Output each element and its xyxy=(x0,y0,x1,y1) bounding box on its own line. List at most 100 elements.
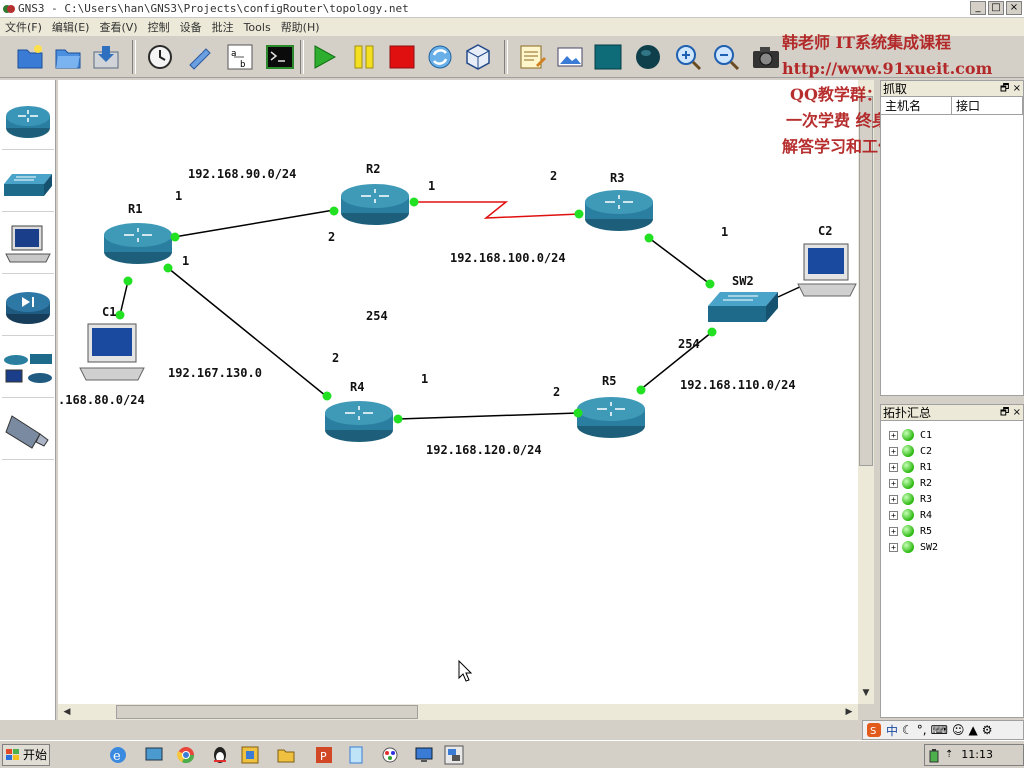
powerpoint-icon[interactable]: P xyxy=(314,745,334,765)
menu-view[interactable]: 查看(V) xyxy=(94,19,142,35)
remote-desktop-icon[interactable] xyxy=(414,745,434,765)
gns3-taskbar-icon[interactable] xyxy=(240,745,260,765)
expand-icon[interactable]: + xyxy=(889,526,898,536)
user-icon[interactable]: ☺ xyxy=(952,723,965,737)
device-group-icon[interactable] xyxy=(2,342,54,398)
canvas-vertical-scrollbar[interactable]: ▼ xyxy=(858,80,874,704)
switch-device-icon[interactable] xyxy=(2,156,54,212)
tray-expand-icon[interactable]: ⇡ xyxy=(945,745,953,765)
host-pc-device-icon[interactable] xyxy=(2,218,54,274)
menu-device[interactable]: 设备 xyxy=(175,19,207,35)
snapshot-clock-icon[interactable] xyxy=(144,41,176,73)
gns3-app-icon xyxy=(3,5,15,13)
scroll-down-arrow-icon[interactable]: ▼ xyxy=(859,686,873,700)
svg-text:P: P xyxy=(320,750,327,763)
menu-control[interactable]: 控制 xyxy=(143,19,175,35)
tree-item[interactable]: + C1 xyxy=(881,427,1023,443)
tools-icon[interactable]: ⚙ xyxy=(982,723,993,737)
security-device-icon[interactable] xyxy=(2,280,54,336)
router-r3-icon xyxy=(585,190,653,231)
ime-mode-label[interactable]: 中 xyxy=(886,722,898,739)
expand-icon[interactable]: + xyxy=(889,510,898,520)
folder-icon[interactable] xyxy=(276,745,296,765)
insert-picture-icon[interactable] xyxy=(554,41,586,73)
tree-item[interactable]: + R5 xyxy=(881,523,1023,539)
restore-icon[interactable]: 🗗 xyxy=(1000,83,1009,94)
restore-icon[interactable]: 🗗 xyxy=(1000,407,1009,418)
close-button[interactable]: × xyxy=(1006,1,1022,15)
console-icon[interactable] xyxy=(264,41,296,73)
minimize-button[interactable]: _ xyxy=(970,1,986,15)
draw-ellipse-icon[interactable] xyxy=(632,41,664,73)
menu-file[interactable]: 文件(F) xyxy=(0,19,47,35)
virtualbox-icon[interactable] xyxy=(462,41,494,73)
column-hostname[interactable]: 主机名 xyxy=(881,97,952,114)
save-project-icon[interactable] xyxy=(90,41,122,73)
network-config-icon[interactable] xyxy=(444,745,464,765)
switch-sw2-icon xyxy=(708,292,778,322)
menu-annotation[interactable]: 批注 xyxy=(207,19,239,35)
tree-item[interactable]: + R4 xyxy=(881,507,1023,523)
expand-icon[interactable]: + xyxy=(889,542,898,552)
sogou-s-icon[interactable]: S xyxy=(866,722,882,738)
column-interface[interactable]: 接口 xyxy=(952,97,1023,114)
ie-browser-icon[interactable]: e xyxy=(108,745,128,765)
capture-panel-controls[interactable]: 🗗 × xyxy=(1000,81,1021,97)
port-label-r4-left: 2 xyxy=(332,351,340,365)
paint-icon[interactable] xyxy=(380,745,400,765)
menu-tools[interactable]: Tools xyxy=(239,21,276,34)
import-export-icon[interactable] xyxy=(184,41,216,73)
expand-icon[interactable]: + xyxy=(889,478,898,488)
qq-icon[interactable] xyxy=(210,745,230,765)
chrome-icon[interactable] xyxy=(176,745,196,765)
battery-icon[interactable] xyxy=(929,749,939,763)
zoom-out-icon[interactable] xyxy=(710,41,742,73)
expand-icon[interactable]: + xyxy=(889,446,898,456)
ime-toolbar[interactable]: S 中 ☾ °, ⌨ ☺ ▲ ⚙ xyxy=(862,720,1024,740)
suspend-all-icon[interactable] xyxy=(348,41,380,73)
tree-item[interactable]: + C2 xyxy=(881,443,1023,459)
expand-icon[interactable]: + xyxy=(889,430,898,440)
tree-item[interactable]: + R2 xyxy=(881,475,1023,491)
svg-text:e: e xyxy=(113,749,121,764)
notepad-icon[interactable] xyxy=(346,745,366,765)
network-label-130: 192.167.130.0 xyxy=(168,366,262,380)
reload-all-icon[interactable] xyxy=(424,41,456,73)
cloud-nio-device-icon[interactable] xyxy=(2,404,54,460)
capture-panel-header: 抓取 🗗 × xyxy=(881,81,1023,97)
zoom-in-icon[interactable] xyxy=(672,41,704,73)
canvas-horizontal-scrollbar[interactable]: ◀ ▶ xyxy=(58,704,858,720)
menu-help[interactable]: 帮助(H) xyxy=(276,19,325,35)
expand-icon[interactable]: + xyxy=(889,462,898,472)
router-device-icon[interactable] xyxy=(2,94,54,150)
close-icon[interactable]: × xyxy=(1013,83,1021,94)
close-icon[interactable]: × xyxy=(1013,407,1021,418)
tree-item[interactable]: + SW2 xyxy=(881,539,1023,555)
restore-button[interactable]: □ xyxy=(988,1,1004,15)
desktop-icon[interactable] xyxy=(144,745,164,765)
network-label-110: 192.168.110.0/24 xyxy=(680,378,796,392)
topology-canvas[interactable]: R1 R2 R3 R4 R5 SW2 C1 C2 192.168.90.0/24… xyxy=(58,80,858,704)
expand-icon[interactable]: + xyxy=(889,494,898,504)
keyboard-icon[interactable]: ⌨ xyxy=(931,723,948,737)
add-note-icon[interactable] xyxy=(516,41,548,73)
svg-text:b: b xyxy=(240,60,245,70)
topology-panel-controls[interactable]: 🗗 × xyxy=(1000,405,1021,421)
open-project-icon[interactable] xyxy=(52,41,84,73)
tree-item[interactable]: + R3 xyxy=(881,491,1023,507)
moon-icon[interactable]: ☾ xyxy=(902,723,913,737)
punctuation-icon[interactable]: °, xyxy=(917,723,927,737)
tree-item[interactable]: + R1 xyxy=(881,459,1023,475)
new-project-icon[interactable] xyxy=(14,41,46,73)
interface-labels-icon[interactable]: ab xyxy=(224,41,256,73)
menu-edit[interactable]: 编辑(E) xyxy=(47,19,95,35)
scroll-right-arrow-icon[interactable]: ▶ xyxy=(842,705,856,719)
start-button[interactable]: 开始 xyxy=(2,744,50,766)
taskbar-clock[interactable]: 11:13 xyxy=(961,745,993,765)
scroll-left-arrow-icon[interactable]: ◀ xyxy=(60,705,74,719)
start-all-icon[interactable] xyxy=(308,41,340,73)
skin-icon[interactable]: ▲ xyxy=(968,723,977,737)
stop-all-icon[interactable] xyxy=(386,41,418,73)
horizontal-scroll-thumb[interactable] xyxy=(116,705,418,719)
draw-rectangle-icon[interactable] xyxy=(592,41,624,73)
